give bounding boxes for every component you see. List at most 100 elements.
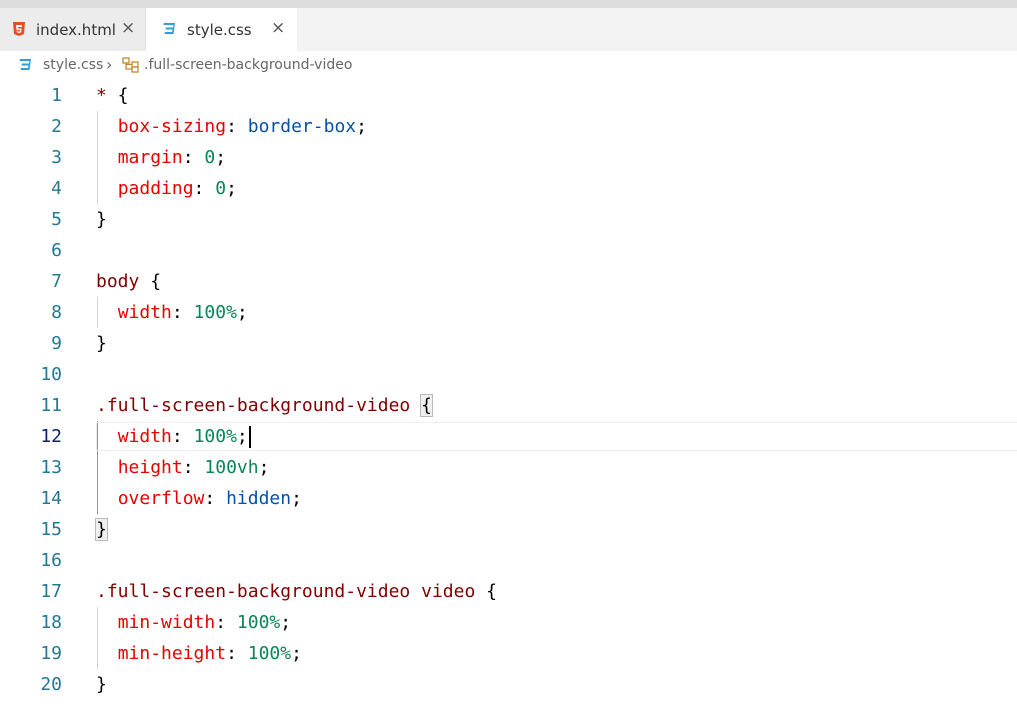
code-text[interactable]: margin: 0; bbox=[96, 142, 226, 173]
code-token: width bbox=[117, 426, 172, 447]
code-text[interactable]: body { bbox=[96, 266, 161, 297]
code-line[interactable]: 18 min-width: 100%; bbox=[0, 607, 1017, 638]
code-text[interactable]: .full-screen-background-video { bbox=[96, 390, 433, 421]
tab-index-html[interactable]: index.html × bbox=[0, 8, 146, 51]
code-line[interactable]: 11 .full-screen-background-video { bbox=[0, 390, 1017, 421]
line-number: 8 bbox=[51, 302, 62, 323]
text-cursor bbox=[248, 426, 251, 448]
code-editor[interactable]: 1 * {2 box-sizing: border-box; 3 margin: 0… bbox=[0, 80, 1017, 716]
code-line[interactable]: 19 min-height: 100%; bbox=[0, 638, 1017, 669]
tab-style-css[interactable]: style.css × bbox=[146, 8, 297, 51]
code-text[interactable]: .full-screen-background-video video { bbox=[96, 576, 497, 607]
code-token: ; bbox=[280, 612, 292, 633]
breadcrumb: style.css › .full-screen-background-vide… bbox=[0, 51, 1017, 81]
code-line[interactable]: 14 overflow: hidden; bbox=[0, 483, 1017, 514]
code-text[interactable]: overflow: hidden; bbox=[96, 483, 302, 514]
line-number: 3 bbox=[51, 147, 62, 168]
code-token: { bbox=[106, 85, 129, 106]
symbol-class-icon bbox=[122, 57, 139, 73]
code-token: 100% bbox=[193, 302, 237, 323]
code-token: ; bbox=[356, 116, 367, 137]
chevron-right-icon: › bbox=[106, 55, 113, 74]
tab-label: style.css bbox=[187, 21, 252, 39]
code-line[interactable]: 6 bbox=[0, 235, 1017, 266]
code-line[interactable]: 2 box-sizing: border-box; bbox=[0, 111, 1017, 142]
line-number: 5 bbox=[51, 209, 62, 230]
code-line[interactable]: 4 padding: 0; bbox=[0, 173, 1017, 204]
line-number: 15 bbox=[40, 519, 62, 540]
line-number: 18 bbox=[40, 612, 62, 633]
code-token: ; bbox=[215, 147, 227, 168]
line-number: 7 bbox=[51, 271, 62, 292]
line-number: 10 bbox=[40, 364, 62, 385]
css3-icon bbox=[162, 22, 176, 40]
code-line[interactable]: 3 margin: 0; bbox=[0, 142, 1017, 173]
code-token: : bbox=[215, 612, 237, 633]
code-token: width bbox=[117, 302, 172, 323]
code-text[interactable]: min-height: 100%; bbox=[96, 638, 302, 669]
code-line[interactable]: 5} bbox=[0, 204, 1017, 235]
code-text[interactable]: padding: 0; bbox=[96, 173, 237, 204]
code-text[interactable]: box-sizing: border-box; bbox=[96, 111, 367, 142]
code-text[interactable]: min-width: 100%; bbox=[96, 607, 291, 638]
code-token: 0 bbox=[215, 178, 227, 199]
code-text[interactable]: } bbox=[96, 328, 107, 359]
code-line[interactable]: 8 width: 100%; bbox=[0, 297, 1017, 328]
code-line[interactable]: 17 .full-screen-background-video video { bbox=[0, 576, 1017, 607]
code-token: height bbox=[117, 457, 183, 478]
code-line[interactable]: 9} bbox=[0, 328, 1017, 359]
breadcrumb-symbol[interactable]: .full-screen-background-video bbox=[144, 57, 352, 73]
code-text[interactable]: height: 100vh; bbox=[96, 452, 270, 483]
code-token: : bbox=[226, 116, 248, 137]
code-text[interactable]: * { bbox=[96, 80, 129, 111]
code-token: box-sizing bbox=[117, 116, 227, 137]
code-line[interactable]: 16 bbox=[0, 545, 1017, 576]
code-token: 0 bbox=[204, 147, 216, 168]
code-token: margin bbox=[117, 147, 183, 168]
line-number: 6 bbox=[51, 240, 62, 261]
line-number: 1 bbox=[51, 85, 62, 106]
close-icon[interactable]: × bbox=[271, 18, 285, 38]
code-text[interactable]: } bbox=[96, 669, 107, 700]
matching-bracket: { bbox=[420, 394, 433, 417]
code-line[interactable]: 20} bbox=[0, 669, 1017, 700]
code-text[interactable]: } bbox=[96, 204, 107, 235]
breadcrumb-file[interactable]: style.css bbox=[43, 57, 103, 73]
code-token: ; bbox=[236, 302, 248, 323]
html5-icon bbox=[13, 22, 25, 40]
line-number: 11 bbox=[40, 395, 62, 416]
code-token: { bbox=[475, 581, 497, 602]
code-line[interactable]: 13 height: 100vh; bbox=[0, 452, 1017, 483]
code-text[interactable]: width: 100%; bbox=[96, 297, 248, 328]
code-token: : bbox=[204, 488, 227, 509]
close-icon[interactable]: × bbox=[121, 18, 135, 38]
line-number: 13 bbox=[40, 457, 62, 478]
code-line[interactable]: 10 bbox=[0, 359, 1017, 390]
line-number: 20 bbox=[40, 674, 62, 695]
code-text[interactable]: width: 100%; bbox=[96, 421, 251, 452]
code-line[interactable]: 12 width: 100%; bbox=[0, 421, 1017, 452]
code-token: overflow bbox=[117, 488, 205, 509]
code-token: { bbox=[139, 271, 162, 292]
code-line[interactable]: 7 body { bbox=[0, 266, 1017, 297]
code-token: 100% bbox=[193, 426, 237, 447]
code-line[interactable]: 1 * { bbox=[0, 80, 1017, 111]
code-token: : bbox=[226, 643, 248, 664]
line-number: 17 bbox=[40, 581, 62, 602]
code-token: 100% bbox=[247, 643, 292, 664]
code-token: ; bbox=[291, 643, 302, 664]
code-line[interactable]: 15} bbox=[0, 514, 1017, 545]
code-token: padding bbox=[117, 178, 194, 199]
line-number: 16 bbox=[40, 550, 62, 571]
line-number: 14 bbox=[40, 488, 62, 509]
code-text[interactable]: } bbox=[95, 514, 108, 545]
code-token: ; bbox=[226, 178, 237, 199]
code-token: : bbox=[171, 302, 194, 323]
